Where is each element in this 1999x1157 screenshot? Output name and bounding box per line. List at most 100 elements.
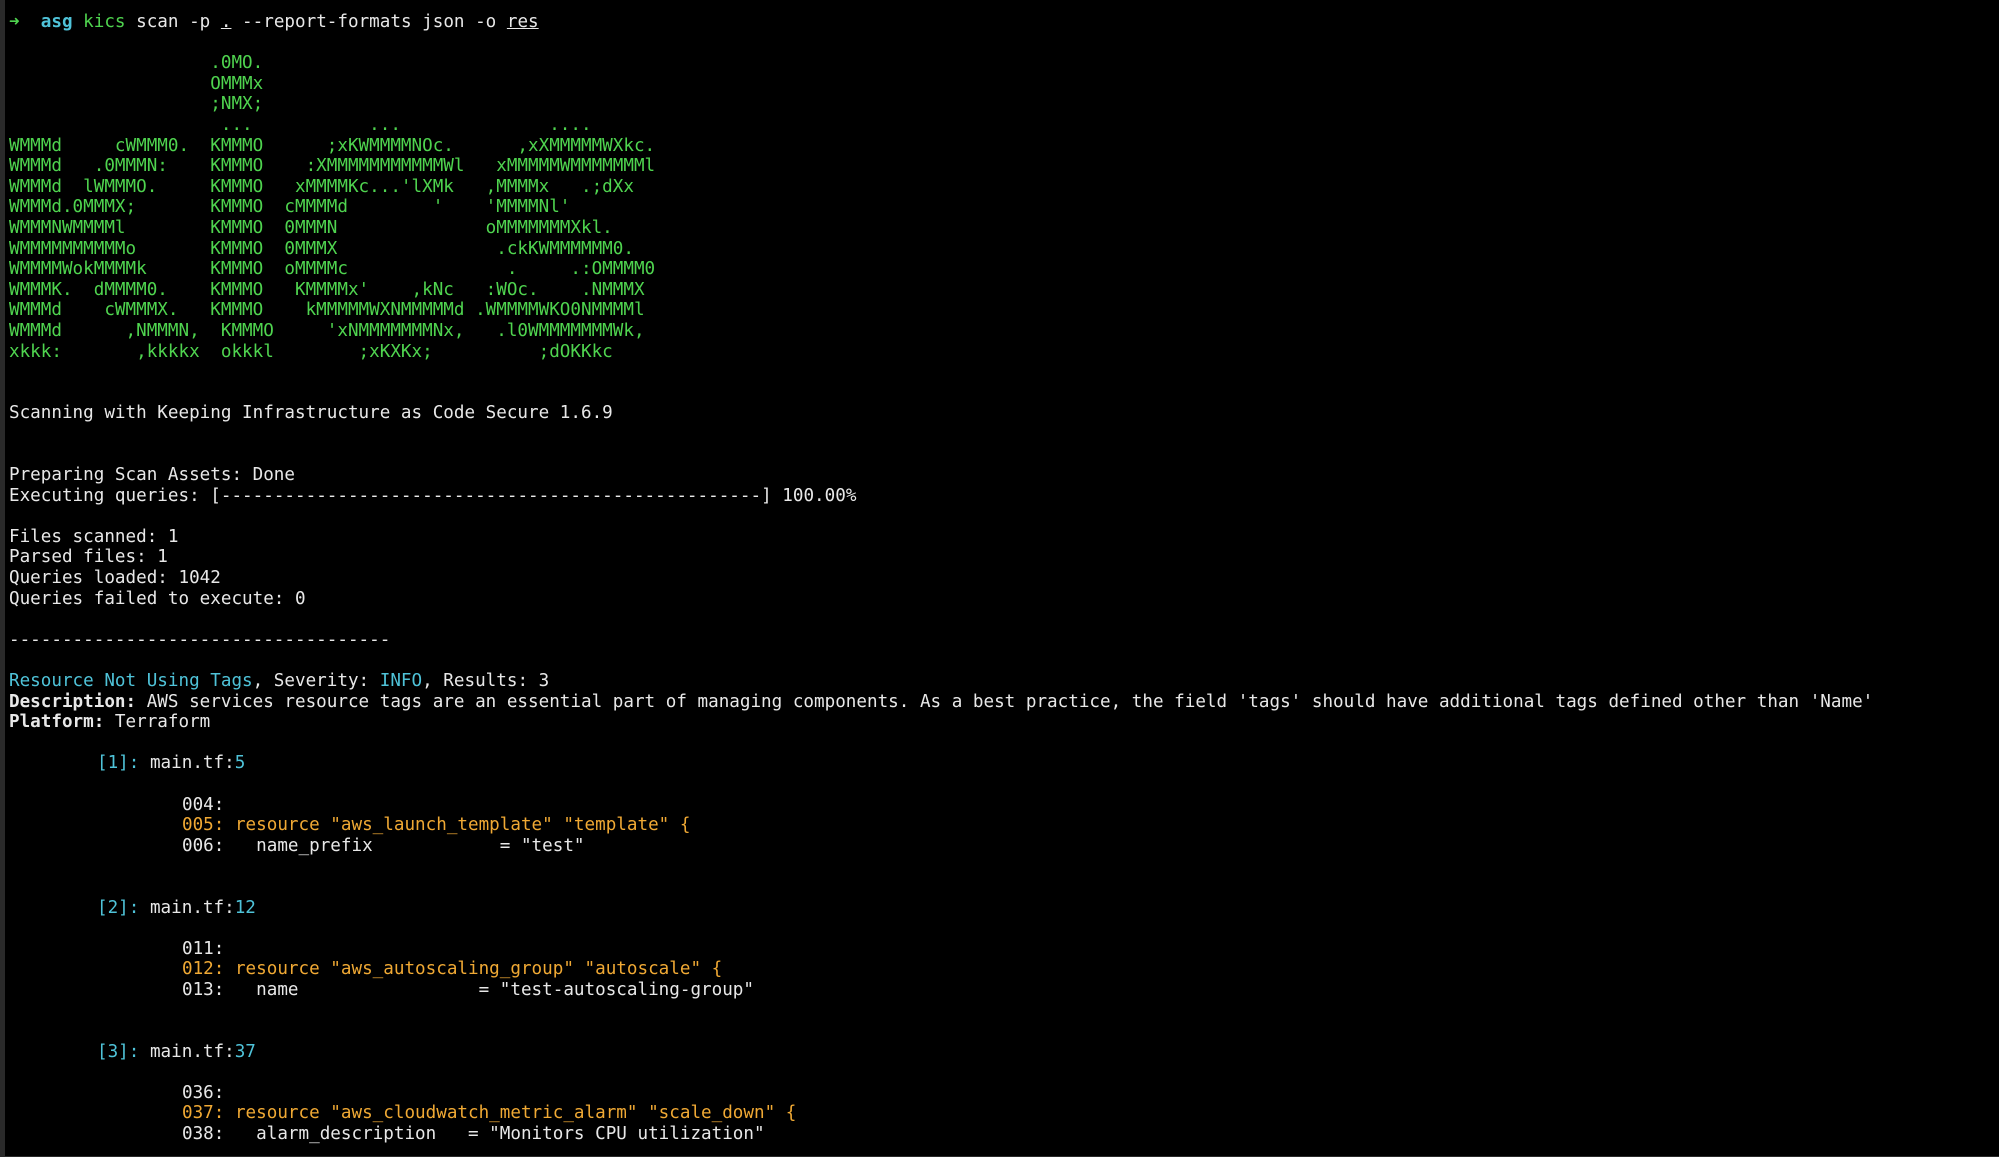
logo-line: WMMMd cWMMMX. KMMMO kMMMMMWXNMMMMMd .WMM… (9, 300, 645, 321)
finding-platform: Platform: Terraform (9, 712, 1999, 733)
result-location: [3]: main.tf:37 (9, 1042, 1999, 1063)
logo-line: WMMMNWMMMMl KMMMO 0MMMN oMMMMMMMXkl. (9, 217, 613, 238)
line-number: 013: (182, 979, 225, 1000)
result-line: 37 (234, 1041, 256, 1062)
code-line: 013: name = "test-autoscaling-group" (9, 980, 1999, 1001)
command-prompt-line: ➜ asg kics scan -p . --report-formats js… (9, 12, 1999, 33)
line-number: 004: (182, 794, 225, 815)
result-line: 5 (234, 753, 246, 774)
progress-bar: [---------------------------------------… (210, 485, 772, 506)
stat-files-scanned: Files scanned: 1 (9, 526, 179, 547)
logo-line: WMMMd lWMMMO. KMMMO xMMMMKc...'lXMk ,MMM… (9, 176, 634, 197)
code-line: 006: name_prefix = "test" (9, 836, 1999, 857)
result-index: [1]: (97, 753, 140, 774)
logo-line: WMMMMMMMMMMo KMMMO 0MMMX .ckKWMMMMMM0. (9, 238, 634, 259)
separator: ------------------------------------ (9, 629, 391, 650)
finding-header: Resource Not Using Tags, Severity: INFO,… (9, 671, 1999, 692)
prompt-directory: asg (40, 12, 73, 32)
result-line: 12 (234, 897, 256, 918)
line-number: 038: (182, 1124, 225, 1145)
code-line-highlighted: 037: resource "aws_cloudwatch_metric_ala… (9, 1103, 1999, 1124)
progress-percent: 100.00% (771, 485, 857, 506)
code-line: 011: (9, 939, 1999, 960)
scan-title: Scanning with Keeping Infrastructure as … (9, 403, 613, 424)
command-output-arg: res (506, 12, 539, 32)
terminal-output[interactable]: ➜ asg kics scan -p . --report-formats js… (9, 12, 1999, 1145)
code-line-highlighted: 005: resource "aws_launch_template" "tem… (9, 815, 1999, 836)
logo-line: OMMMx (9, 73, 264, 94)
code-line: 036: (9, 1083, 1999, 1104)
code-text: resource "aws_launch_template" "template… (224, 815, 691, 836)
result-file: main.tf: (139, 897, 235, 918)
logo-line: WMMMd.0MMMX; KMMMO cMMMMd ' 'MMMMNl' (9, 197, 571, 218)
kics-ascii-logo: .0MO. OMMMx ;NMX; ... ... .... WMMMd cWM… (9, 53, 1999, 362)
severity-label: , Severity: (252, 671, 380, 691)
logo-line: WMMMMWokMMMMk KMMMO oMMMMc . .:OMMMM0 (9, 259, 656, 280)
logo-line: ... ... .... (9, 114, 592, 135)
command-args-before: scan -p (125, 12, 221, 32)
result-file: main.tf: (139, 1041, 235, 1062)
executing-label: Executing queries: (9, 485, 211, 506)
description-text: AWS services resource tags are an essent… (136, 691, 1874, 712)
logo-line: WMMMd cWMMM0. KMMMO ;xKWMMMMNOc. ,xXMMMM… (9, 135, 656, 156)
window-left-edge (0, 0, 5, 1157)
command-name: kics (83, 12, 126, 32)
severity-value: INFO (379, 671, 423, 691)
logo-line: WMMMd ,NMMMN, KMMMO 'xNMMMMMMMNx, .l0WMM… (9, 320, 645, 341)
description-label: Description: (9, 691, 137, 712)
stat-queries-loaded: Queries loaded: 1042 (9, 568, 221, 589)
line-number: 005: (182, 815, 225, 836)
stat-queries-failed: Queries failed to execute: 0 (9, 588, 306, 609)
prompt-arrow-icon: ➜ (9, 12, 20, 32)
stat-parsed-files: Parsed files: 1 (9, 547, 168, 568)
code-text: name_prefix = "test" (224, 835, 585, 856)
executing-progress: Executing queries: [--------------------… (9, 486, 1999, 507)
platform-value: Terraform (104, 712, 211, 733)
logo-line: xkkk: ,kkkkx okkkl ;xKXKx; ;dOKKkc (9, 341, 613, 362)
result-index: [3]: (97, 1041, 140, 1062)
line-number: 037: (182, 1103, 225, 1124)
results-count: , Results: 3 (422, 671, 550, 691)
logo-line: .0MO. (9, 53, 264, 74)
code-line-highlighted: 012: resource "aws_autoscaling_group" "a… (9, 959, 1999, 980)
result-location: [1]: main.tf:5 (9, 753, 1999, 774)
platform-label: Platform: (9, 712, 105, 733)
code-text: resource "aws_autoscaling_group" "autosc… (224, 959, 723, 980)
command-args-mid: --report-formats json -o (231, 12, 507, 32)
result-index: [2]: (97, 897, 140, 918)
code-text: name = "test-autoscaling-group" (224, 979, 754, 1000)
line-number: 036: (182, 1082, 225, 1103)
logo-line: WMMMK. dMMMM0. KMMMO KMMMMx' ,kNc :WOc. … (9, 279, 645, 300)
code-line: 038: alarm_description = "Monitors CPU u… (9, 1124, 1999, 1145)
line-number: 006: (182, 835, 225, 856)
code-text: alarm_description = "Monitors CPU utiliz… (224, 1124, 765, 1145)
logo-line: WMMMd .0MMMN: KMMMO :XMMMMMMMMMMMWl xMMM… (9, 156, 656, 177)
result-location: [2]: main.tf:12 (9, 898, 1999, 919)
code-text: resource "aws_cloudwatch_metric_alarm" "… (224, 1103, 797, 1124)
finding-description: Description: AWS services resource tags … (9, 692, 1999, 713)
line-number: 011: (182, 938, 225, 959)
preparing-status: Preparing Scan Assets: Done (9, 465, 295, 486)
finding-name: Resource Not Using Tags (9, 671, 253, 691)
command-path-arg: . (220, 12, 232, 32)
code-line: 004: (9, 795, 1999, 816)
line-number: 012: (182, 959, 225, 980)
result-file: main.tf: (139, 753, 235, 774)
logo-line: ;NMX; (9, 94, 264, 115)
